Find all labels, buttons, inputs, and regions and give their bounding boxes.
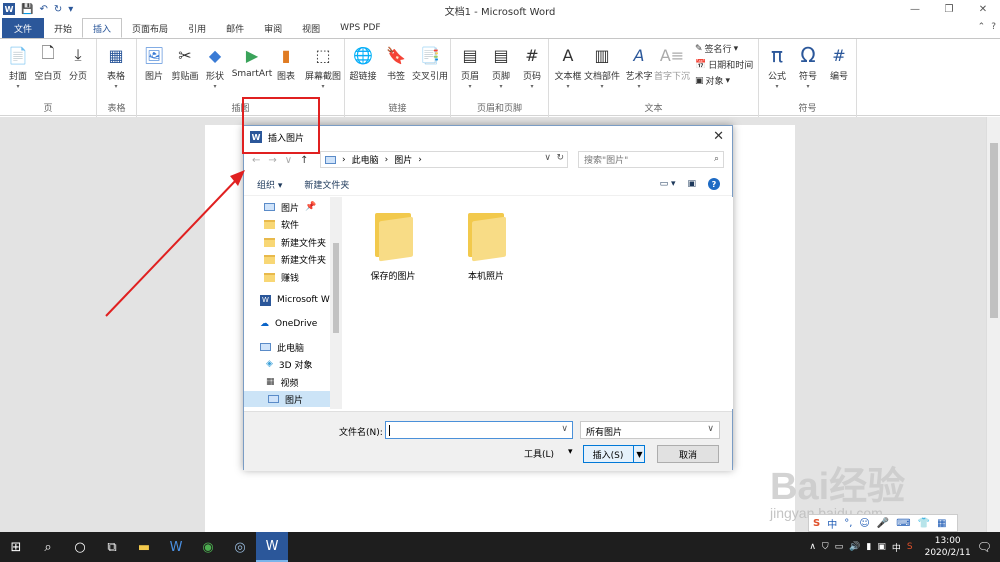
keyboard-icon[interactable]: ⌨ — [896, 518, 910, 529]
search-icon[interactable]: ⌕ — [32, 532, 64, 562]
ime-mode-icon[interactable]: 中 — [827, 516, 837, 531]
task-view-icon[interactable]: ⧉ — [96, 532, 128, 562]
taskbar: ⊞ ⌕ ○ ⧉ ▬ W ◉ ◎ W ∧ ⛉ ▭ 🔊 ▮ ▣ 中 S 13:00 … — [0, 532, 1000, 562]
volume-icon[interactable]: 🔊 — [849, 542, 860, 552]
wps-icon[interactable]: W — [160, 532, 192, 562]
punctuation-icon[interactable]: °, — [844, 518, 852, 529]
baidu-watermark: Bai经验 — [770, 466, 906, 508]
sogou-icon[interactable]: S — [813, 518, 820, 529]
clock[interactable]: 13:00 2020/2/11 — [925, 535, 971, 559]
toolbox-icon[interactable]: ▦ — [937, 518, 946, 529]
app-icon[interactable]: ◎ — [224, 532, 256, 562]
system-tray: ∧ ⛉ ▭ 🔊 ▮ ▣ 中 S 13:00 2020/2/11 🗨 — [809, 532, 1000, 562]
battery-icon[interactable]: ▮ — [866, 542, 871, 552]
file-explorer-icon[interactable]: ▬ — [128, 532, 160, 562]
skin-icon[interactable]: 👕 — [918, 518, 930, 529]
sogou-tray-icon[interactable]: S — [907, 542, 913, 552]
voice-icon[interactable]: 🎤 — [877, 518, 889, 529]
network-icon[interactable]: ▭ — [835, 542, 844, 552]
shield-icon[interactable]: ⛉ — [822, 542, 829, 552]
notification-icon[interactable]: 🗨 — [977, 540, 992, 554]
clock-date: 2020/2/11 — [924, 548, 971, 558]
display-icon[interactable]: ▣ — [877, 542, 886, 552]
clock-time: 13:00 — [934, 536, 961, 546]
browser-icon[interactable]: ◉ — [192, 532, 224, 562]
emoji-icon[interactable]: ☺ — [859, 518, 869, 529]
ime-toolbar[interactable]: S 中 °, ☺ 🎤 ⌨ 👕 ▦ — [808, 514, 958, 532]
show-hidden-icons[interactable]: ∧ — [809, 542, 816, 552]
start-button[interactable]: ⊞ — [0, 532, 32, 562]
ime-indicator[interactable]: 中 — [892, 541, 901, 554]
word-taskbar-icon[interactable]: W — [256, 532, 288, 562]
cortana-icon[interactable]: ○ — [64, 532, 96, 562]
